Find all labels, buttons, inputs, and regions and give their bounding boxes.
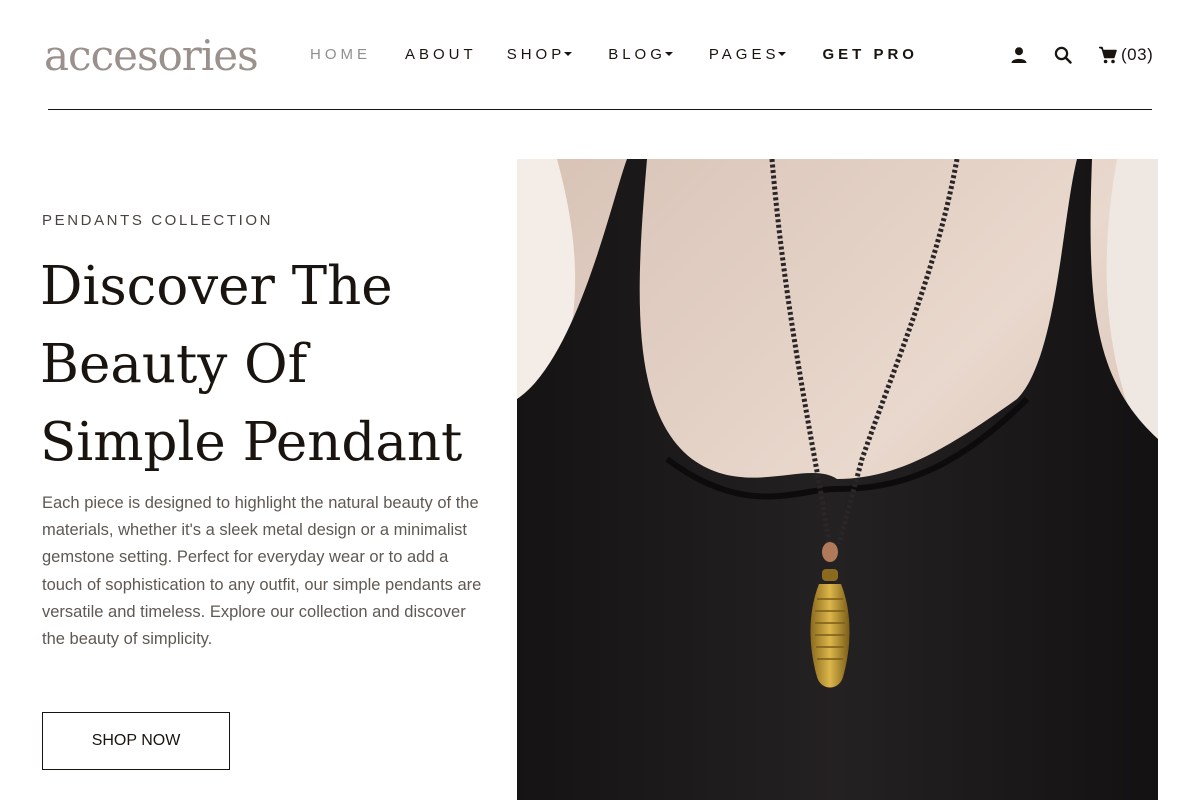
header-divider <box>48 109 1152 110</box>
nav-item-label: ABOUT <box>405 45 477 63</box>
nav-item-label: SHOP <box>506 45 566 63</box>
user-icon[interactable] <box>1010 46 1028 64</box>
hero-description: Each piece is designed to highlight the … <box>42 494 482 649</box>
hero-headline: Discover The Beauty Of Simple Pendant <box>40 248 500 482</box>
search-icon[interactable] <box>1054 46 1072 64</box>
cart-button[interactable]: (03) <box>1098 45 1153 65</box>
hero-headline-line: Discover The <box>40 256 393 317</box>
chevron-down-icon <box>778 52 787 56</box>
hero-headline-line: Beauty Of <box>40 334 308 395</box>
chevron-down-icon <box>664 52 673 56</box>
nav-item-shop[interactable]: SHOP <box>507 46 573 63</box>
collection-label: PENDANTS COLLECTION <box>42 212 274 229</box>
main-nav: HOME ABOUT SHOP BLOG PAGES GET PRO <box>310 42 918 66</box>
cart-count-badge: (03) <box>1121 45 1154 64</box>
site-logo[interactable]: accesories <box>44 26 259 86</box>
cart-icon <box>1099 46 1117 64</box>
nav-item-label: GET PRO <box>822 45 918 63</box>
nav-item-about[interactable]: ABOUT <box>405 46 477 63</box>
nav-item-blog[interactable]: BLOG <box>608 46 673 63</box>
nav-item-home[interactable]: HOME <box>310 46 371 63</box>
nav-item-label: BLOG <box>608 45 666 63</box>
nav-item-label: HOME <box>310 45 371 63</box>
chevron-down-icon <box>564 52 573 56</box>
hero-headline-line: Simple Pendant <box>40 412 463 473</box>
hero-image <box>517 159 1158 800</box>
shop-now-button[interactable]: SHOP NOW <box>42 712 230 770</box>
nav-item-label: PAGES <box>708 45 780 63</box>
nav-item-pages[interactable]: PAGES <box>709 46 787 63</box>
header-actions: (03) <box>1010 42 1153 68</box>
nav-item-get-pro[interactable]: GET PRO <box>822 46 918 63</box>
